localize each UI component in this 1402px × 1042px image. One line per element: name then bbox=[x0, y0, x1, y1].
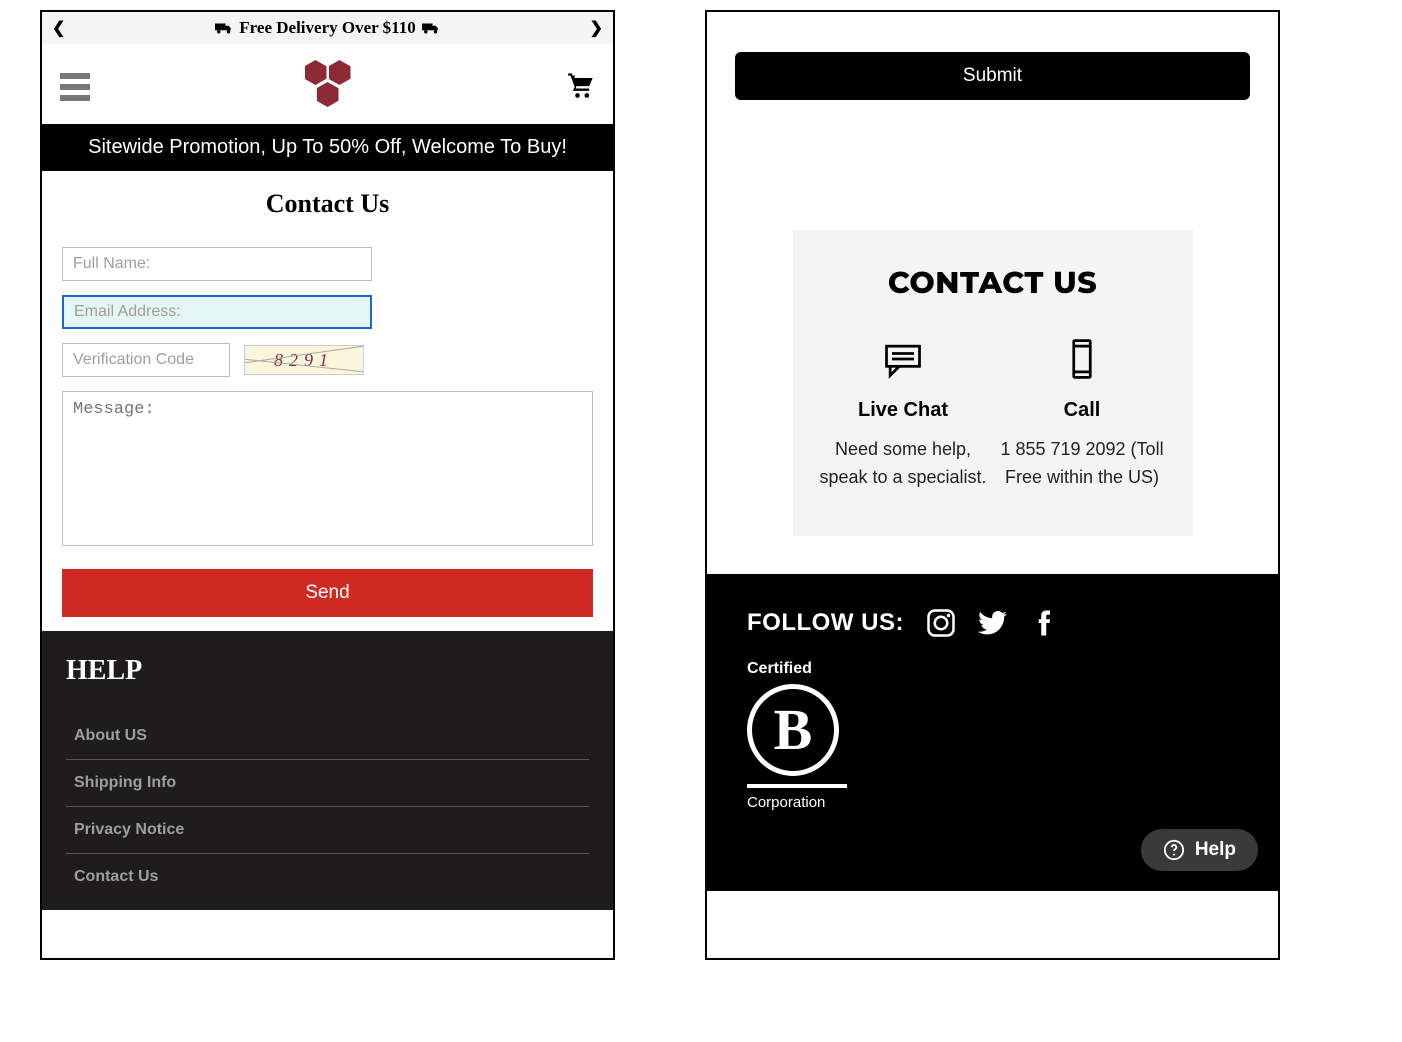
live-chat-text: Need some help, speak to a specialist. bbox=[819, 436, 988, 492]
mobile-screen-right: Submit CONTACT US Live Chat Need some he… bbox=[705, 10, 1280, 960]
instagram-icon[interactable] bbox=[926, 608, 956, 638]
contact-heading: CONTACT US bbox=[819, 264, 1167, 301]
submit-button[interactable]: Submit bbox=[735, 52, 1250, 100]
phone-icon bbox=[998, 337, 1167, 381]
next-announcement-icon[interactable]: ❯ bbox=[590, 18, 603, 38]
bcorp-letter: B bbox=[747, 684, 839, 776]
truck-icon bbox=[422, 21, 440, 35]
follow-us-label: FOLLOW US: bbox=[747, 609, 904, 637]
footer-link-shipping[interactable]: Shipping Info bbox=[66, 760, 589, 807]
live-chat-title: Live Chat bbox=[819, 399, 988, 422]
footer-link-privacy[interactable]: Privacy Notice bbox=[66, 807, 589, 854]
mobile-screen-left: ❮ Free Delivery Over $110 ❯ Sitewide Pro… bbox=[40, 10, 615, 960]
header bbox=[42, 44, 613, 124]
verification-code-input[interactable] bbox=[62, 343, 230, 377]
call-text: 1 855 719 2092 (Toll Free within the US) bbox=[998, 436, 1167, 492]
prev-announcement-icon[interactable]: ❮ bbox=[52, 18, 65, 38]
cart-icon[interactable] bbox=[567, 71, 595, 104]
bcorp-certified-label: Certified bbox=[747, 660, 1238, 678]
message-textarea[interactable] bbox=[62, 391, 593, 546]
truck-icon bbox=[215, 21, 233, 35]
menu-icon[interactable] bbox=[60, 73, 90, 101]
footer: HELP About US Shipping Info Privacy Noti… bbox=[42, 631, 613, 910]
page-title: Contact Us bbox=[42, 171, 613, 247]
help-widget-button[interactable]: Help bbox=[1141, 829, 1258, 871]
bcorp-corporation-label: Corporation bbox=[747, 794, 1238, 811]
facebook-icon[interactable] bbox=[1030, 608, 1060, 638]
twitter-icon[interactable] bbox=[978, 608, 1008, 638]
promo-banner: Sitewide Promotion, Up To 50% Off, Welco… bbox=[42, 124, 613, 171]
call-block[interactable]: Call 1 855 719 2092 (Toll Free within th… bbox=[998, 337, 1167, 492]
live-chat-block[interactable]: Live Chat Need some help, speak to a spe… bbox=[819, 337, 988, 492]
call-title: Call bbox=[998, 399, 1167, 422]
contact-us-card: CONTACT US Live Chat Need some help, spe… bbox=[793, 230, 1193, 536]
bcorp-badge: Certified B Corporation bbox=[747, 660, 1238, 811]
footer-link-contact[interactable]: Contact Us bbox=[66, 854, 589, 900]
full-name-input[interactable] bbox=[62, 247, 372, 281]
help-widget-label: Help bbox=[1195, 839, 1236, 861]
footer: FOLLOW US: Certified B Corporation Help bbox=[707, 574, 1278, 891]
footer-heading: HELP bbox=[66, 655, 589, 687]
bcorp-divider bbox=[747, 784, 847, 788]
announcement-text: Free Delivery Over $110 bbox=[215, 18, 439, 38]
send-button[interactable]: Send bbox=[62, 569, 593, 617]
contact-form: 8291 Send bbox=[42, 247, 613, 617]
chat-icon bbox=[819, 337, 988, 381]
announcement-bar: ❮ Free Delivery Over $110 ❯ bbox=[42, 12, 613, 44]
email-input[interactable] bbox=[62, 295, 372, 329]
footer-link-about[interactable]: About US bbox=[66, 713, 589, 760]
site-logo[interactable] bbox=[299, 60, 359, 114]
captcha-image[interactable]: 8291 bbox=[244, 345, 364, 375]
